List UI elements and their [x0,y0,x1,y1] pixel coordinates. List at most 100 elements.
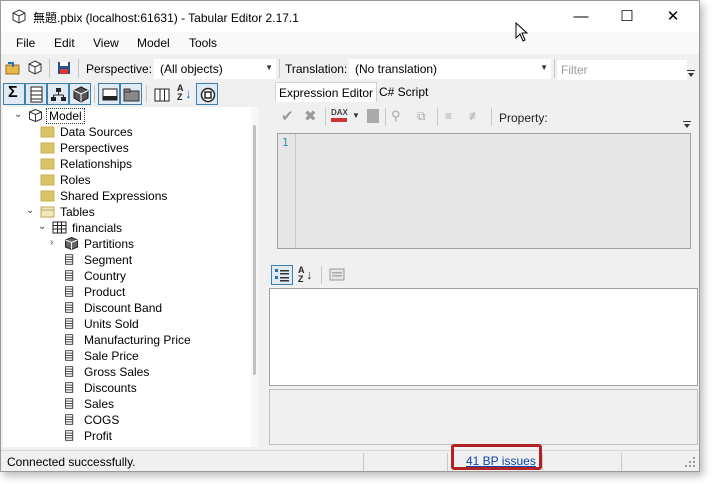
menu-model[interactable]: Model [137,36,170,50]
resize-grip-icon[interactable] [684,456,696,468]
panel-splitter[interactable] [259,82,269,449]
tree-node-label: COGS [84,413,120,427]
show-display-folders-button[interactable] [120,83,142,105]
tree-node-label: Tables [60,205,95,219]
status-message: Connected successfully. [7,455,136,469]
perspective-label: Perspective: [86,62,153,76]
tree-node-label: Relationships [60,157,133,171]
cancel-icon[interactable]: ✖ [304,107,317,125]
tree-node-label: Roles [60,173,91,187]
show-columns-button[interactable] [25,83,47,105]
property-pages-button[interactable] [327,265,347,285]
save-icon[interactable] [55,59,73,77]
alphabetical-button[interactable]: AZ ↓ [296,265,318,285]
menu-tools[interactable]: Tools [189,36,217,50]
toolbar-separator [78,59,79,78]
column-icon [65,382,74,393]
tree-scrollbar[interactable] [251,107,258,447]
show-hidden-button[interactable] [98,83,120,105]
bp-issues-link[interactable]: 41 BP issues [466,454,536,468]
show-hierarchies-button[interactable] [47,83,69,105]
open-file-icon[interactable] [4,59,22,77]
column-icon [30,86,43,103]
main-toolbar: Perspective: (All objects) ▼ Translation… [1,56,699,81]
collapse-icon[interactable]: ⌄ [38,221,46,232]
status-separator [621,453,622,471]
uncomment-icon[interactable]: ≢ [469,109,481,123]
toolbar-separator [94,85,95,103]
translation-dropdown[interactable]: (No translation) ▼ [349,59,551,79]
categorized-button[interactable] [271,265,293,285]
show-partitions-button[interactable] [69,83,91,105]
perspective-value: (All objects) [160,62,223,76]
show-metadata-button[interactable] [196,83,218,105]
toolbar-separator [325,108,326,126]
menu-file[interactable]: File [16,36,35,50]
tree-node-label: Country [84,269,127,283]
column-icon [65,286,74,297]
expand-icon[interactable]: › [50,237,53,248]
collapse-icon[interactable]: ⌄ [14,109,22,120]
toolbar-separator [437,108,438,126]
title-bar: 無題.pbix (localhost:61631) - Tabular Edit… [1,1,699,32]
expression-toolbar: ✔ ✖ DAX ▼ ⚲ ⧉ ≡ ≢ Property: [277,106,691,130]
collapse-icon[interactable]: ⌄ [26,205,34,216]
tree-node-label: Model [46,108,85,124]
property-label: Property: [499,111,548,125]
scrollbar-thumb[interactable] [253,125,256,375]
hierarchy-icon [51,88,66,101]
show-measures-button[interactable]: Σ [3,83,25,105]
replace-icon[interactable]: ⧉ [417,109,426,124]
comment-icon[interactable]: ≡ [445,109,452,123]
toolbar-overflow-icon[interactable] [687,69,695,79]
dax-icon: DAX [331,108,348,117]
chevron-down-icon: ▼ [540,63,548,72]
folder-icon [40,190,55,202]
property-toolbar: AZ ↓ [269,263,699,287]
toolbar-separator [146,85,147,103]
sort-alphabetical-button[interactable]: AZ ↓ [173,83,195,105]
column-icon [65,366,74,377]
accept-icon[interactable]: ✔ [281,107,294,125]
column-icon [65,398,74,409]
editor-tabs: Expression Editor C# Script [275,82,699,102]
sort-az-icon: AZ [177,83,184,102]
maximize-button[interactable]: ☐ [604,1,650,32]
tab-csharp-script[interactable]: C# Script [376,82,431,102]
tab-expression-editor[interactable]: Expression Editor [275,82,378,102]
menu-view[interactable]: View [93,36,119,50]
minimize-button[interactable]: — [558,1,604,32]
folder-icon [123,88,140,102]
property-pages-icon [329,268,345,281]
toolbar-overflow-icon[interactable] [683,120,691,130]
column-icon [65,414,74,425]
dax-underline-icon [331,118,347,122]
column-icon [65,254,74,265]
perspective-dropdown[interactable]: (All objects) ▼ [154,59,276,79]
app-icon [12,9,26,24]
toolbar-separator [554,59,555,78]
property-grid[interactable] [269,288,698,386]
dax-format-button[interactable]: DAX ▼ [331,108,360,126]
tree-node-label: Data Sources [60,125,133,139]
column-icon [65,270,74,281]
filter-input[interactable] [557,60,687,80]
find-icon[interactable]: ⚲ [391,108,401,124]
tree-node-label: Sales [84,397,115,411]
tree-node-label: Product [84,285,126,299]
folder-icon [40,142,55,154]
toolbar-separator [49,59,50,78]
model-tree[interactable]: ⌄ Model Data Sources Perspectives Relati… [3,107,258,447]
show-all-columns-button[interactable] [150,83,172,105]
menu-edit[interactable]: Edit [54,36,75,50]
cube-icon [73,86,89,103]
code-editor[interactable]: 1 [277,133,691,249]
sort-arrow-icon: ↓ [185,86,192,101]
columns-layout-icon [154,88,170,102]
close-button[interactable]: ✕ [650,1,696,32]
sort-arrow-icon: ↓ [306,267,313,282]
column-icon [65,302,74,313]
deploy-icon[interactable] [367,109,379,123]
property-description [269,389,698,445]
open-model-icon[interactable] [26,59,44,77]
